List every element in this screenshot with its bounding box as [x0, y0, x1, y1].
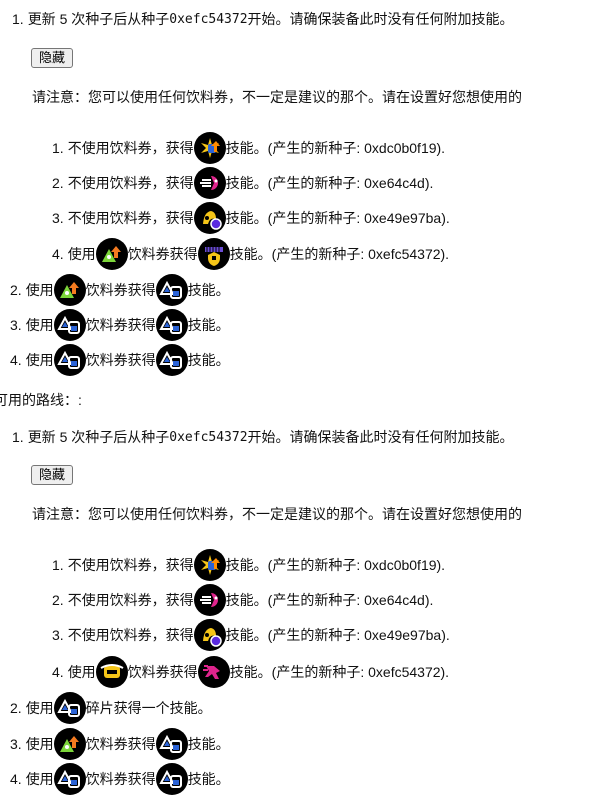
route-step: 3. 使用 饮料券获得 技能。 — [10, 307, 230, 343]
list-item: 4. 使用 饮料券获得 技能。(产生的新种子: 0xefc54372). — [52, 654, 449, 690]
list-item: 3. 不使用饮料券，获得 技能。(产生的新种子: 0xe49e97ba). — [52, 201, 450, 235]
list-item: 3. 不使用饮料券，获得 技能。(产生的新种子: 0xe49e97ba). — [52, 618, 450, 652]
hide-button[interactable]: 隐藏 — [31, 465, 74, 485]
route-step: 3. 使用 饮料券获得 技能。 — [10, 726, 230, 762]
ticket-run-speed-icon[interactable] — [95, 656, 128, 688]
ticket-main-saver-icon[interactable] — [53, 309, 86, 341]
ticket-main-saver-icon[interactable] — [53, 344, 86, 376]
ticket-ink-saver-icon[interactable] — [53, 274, 86, 306]
list-item: 1. 不使用饮料券，获得 技能。(产生的新种子: 0xdc0b0f19). — [52, 548, 445, 582]
ticket-ink-saver-icon[interactable] — [53, 728, 86, 760]
skill-special-charge-icon — [193, 619, 226, 651]
skill-main-saver-icon — [155, 728, 188, 760]
skill-main-saver-icon — [155, 309, 188, 341]
seed-value: 0xefc54372 — [169, 11, 248, 27]
list-item: 4. 使用 饮料券获得 技能。(产生的新种子: 0xefc54372). — [52, 236, 449, 272]
hide-button[interactable]: 隐藏 — [31, 48, 74, 68]
route-step: 2. 使用 饮料券获得 技能。 — [10, 272, 230, 308]
skill-main-saver-icon — [155, 274, 188, 306]
skill-swim-speed-icon — [193, 167, 226, 199]
routes-heading: 可用的路线：: — [0, 392, 82, 408]
list-item: 2. 不使用饮料券，获得 技能。(产生的新种子: 0xe64c4d). — [52, 166, 433, 200]
list-item: 2. 不使用饮料券，获得 技能。(产生的新种子: 0xe64c4d). — [52, 583, 433, 617]
skill-run-speed-icon — [197, 656, 230, 688]
skill-sub-power-icon — [197, 238, 230, 270]
route-step: 4. 使用 饮料券获得 技能。 — [10, 761, 230, 797]
route-step-1: 1. 更新 5 次种子后从种子 0xefc54372 开始。请确保装备此时没有任… — [12, 429, 514, 445]
skill-main-saver-icon — [155, 344, 188, 376]
list-item: 1. 不使用饮料券，获得 技能。(产生的新种子: 0xdc0b0f19). — [52, 131, 445, 165]
seed-value: 0xefc54372 — [169, 429, 248, 445]
skill-ink-recovery-icon — [193, 132, 226, 164]
ticket-note: 请注意：您可以使用任何饮料券，不一定是建议的那个。请在设置好您想使用的 — [32, 506, 522, 522]
skill-main-saver-icon — [155, 763, 188, 795]
skill-special-charge-icon — [193, 202, 226, 234]
ticket-main-saver-icon[interactable] — [53, 763, 86, 795]
skill-ink-recovery-icon — [193, 549, 226, 581]
ticket-sub-saver-icon[interactable] — [95, 238, 128, 270]
skill-swim-speed-icon — [193, 584, 226, 616]
route-step: 2. 使用 碎片获得一个技能。 — [10, 690, 212, 726]
route-step-1: 1. 更新 5 次种子后从种子 0xefc54372 开始。请确保装备此时没有任… — [12, 11, 514, 27]
ticket-note: 请注意：您可以使用任何饮料券，不一定是建议的那个。请在设置好您想使用的 — [32, 89, 522, 105]
ticket-main-saver-icon[interactable] — [53, 692, 86, 724]
route-step: 4. 使用 饮料券获得 技能。 — [10, 342, 230, 378]
